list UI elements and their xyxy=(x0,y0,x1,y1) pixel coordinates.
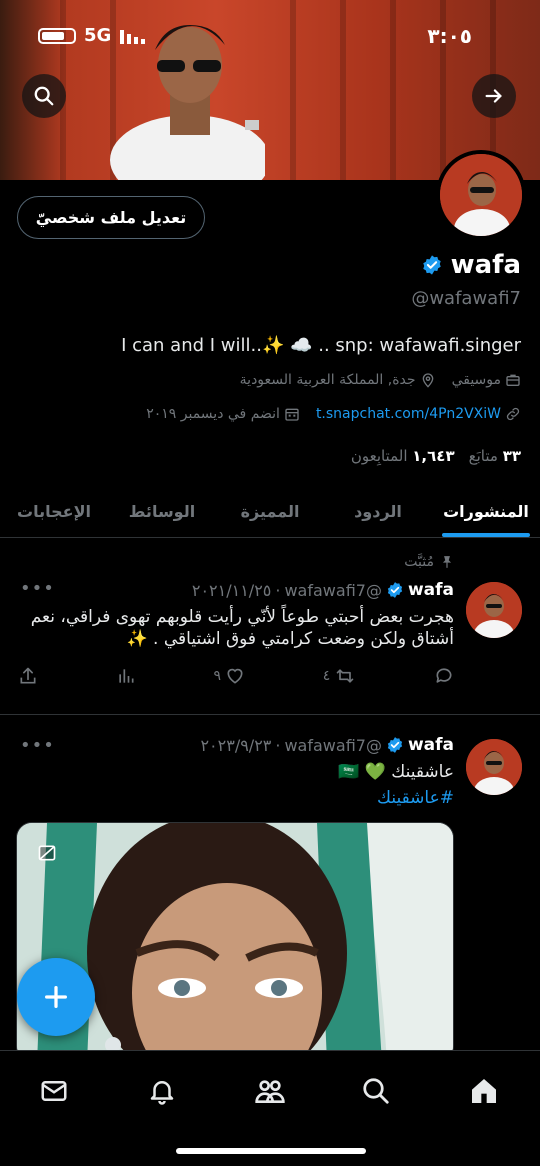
pinned-indicator: مُثبَّت xyxy=(404,554,454,570)
profile-link[interactable]: t.snapchat.com/4Pn2VXiW xyxy=(316,406,521,422)
arrow-right-icon xyxy=(485,89,502,103)
home-icon xyxy=(472,1079,496,1103)
status-bar: 5G ٣:٠٥ xyxy=(0,0,540,70)
nav-home[interactable] xyxy=(464,1071,504,1111)
profile-category: موسيقي xyxy=(452,372,521,388)
tweet-text: هجرت بعض أحبتي طوعاً لأنّي رأيت قلوبهم ت… xyxy=(30,607,454,649)
avatar-photo xyxy=(466,582,522,638)
tab-likes[interactable]: الإعجابات xyxy=(0,486,108,537)
search-icon xyxy=(34,86,54,106)
battery-icon xyxy=(38,28,76,44)
pinned-label: مُثبَّت xyxy=(404,554,434,570)
heart-icon xyxy=(227,668,243,684)
calendar-icon xyxy=(285,408,299,421)
location-pin-icon xyxy=(422,373,433,388)
tweet-text: عاشقينك 💚 🇸🇦 xyxy=(338,762,454,782)
tweet-item[interactable]: مُثبَّت wafa @wafawafi7 · ٢٠٢١/١١/٢٥ •••… xyxy=(0,538,540,715)
tweet-actions: ٩ ٤ xyxy=(18,664,454,688)
verified-badge-icon xyxy=(387,737,403,753)
retweet-count: ٤ xyxy=(322,668,331,684)
edit-profile-button[interactable]: تعديل ملف شخصيّ xyxy=(17,196,205,239)
verified-badge-icon xyxy=(387,582,403,598)
profile-bio: I can and I will..✨ ☁️ .. snp: wafawafi.… xyxy=(121,335,521,356)
followers-link[interactable]: ١,٦٤٣ المتابِعون xyxy=(351,447,455,465)
search-button[interactable] xyxy=(22,74,66,118)
views-button[interactable] xyxy=(116,666,136,686)
tab-media[interactable]: الوسائط xyxy=(108,486,216,537)
tweet-avatar[interactable] xyxy=(466,582,522,638)
tweet-separator: · xyxy=(275,580,281,600)
profile-tabs: المنشورات الردود المميزة الوسائط الإعجاب… xyxy=(0,486,540,538)
follow-stats: ٣٣ متابَع ١,٦٤٣ المتابِعون xyxy=(351,447,521,465)
tweet-date: ٢٠٢١/١١/٢٥ xyxy=(191,580,272,600)
profile-name: wafa xyxy=(421,250,521,280)
nav-notifications[interactable] xyxy=(142,1071,182,1111)
tweet-header: wafa @wafawafi7 · ٢٠٢١/١١/٢٥ xyxy=(192,580,454,600)
profile-meta-row-1: موسيقي جدة, المملكة العربية السعودية xyxy=(240,372,521,388)
following-count: ٣٣ xyxy=(502,447,521,465)
pin-icon xyxy=(442,556,452,568)
nav-messages[interactable] xyxy=(34,1071,74,1111)
tweet-header: wafa @wafawafi7 · ٢٠٢٣/٩/٢٣ xyxy=(200,735,454,755)
more-options-icon[interactable]: ••• xyxy=(20,578,55,599)
retweet-icon xyxy=(336,669,354,683)
followers-count: ١,٦٤٣ xyxy=(412,447,455,465)
tab-posts[interactable]: المنشورات xyxy=(432,486,540,537)
tweet-author-name[interactable]: wafa xyxy=(408,580,454,600)
tweet-avatar[interactable] xyxy=(466,739,522,795)
avatar-photo xyxy=(466,739,522,795)
profile-avatar[interactable] xyxy=(436,150,526,240)
joined-text: انضم في ديسمبر ٢٠١٩ xyxy=(146,406,280,422)
followers-label: المتابِعون xyxy=(350,447,408,465)
tweet-handle: @wafawafi7 xyxy=(284,580,382,600)
tab-replies[interactable]: الردود xyxy=(324,486,432,537)
location-text: جدة, المملكة العربية السعودية xyxy=(239,372,416,388)
reply-icon xyxy=(436,668,452,683)
more-options-icon[interactable]: ••• xyxy=(20,735,55,756)
status-time: ٣:٠٥ xyxy=(427,24,472,48)
retweet-button[interactable]: ٤ xyxy=(323,666,357,686)
reply-button[interactable] xyxy=(434,666,454,686)
profile-handle: @wafawafi7 xyxy=(411,288,521,309)
following-label: متابَع xyxy=(468,447,498,465)
bottom-navigation xyxy=(0,1050,540,1166)
search-icon xyxy=(363,1078,389,1104)
following-link[interactable]: ٣٣ متابَع xyxy=(469,447,521,465)
nav-communities[interactable] xyxy=(250,1071,290,1111)
profile-meta-row-2: t.snapchat.com/4Pn2VXiW انضم في ديسمبر ٢… xyxy=(146,406,521,422)
profile-joined: انضم في ديسمبر ٢٠١٩ xyxy=(146,406,300,422)
network-label: 5G xyxy=(84,25,112,46)
link-text[interactable]: t.snapchat.com/4Pn2VXiW xyxy=(316,406,501,422)
tweet-hashtag[interactable]: #عاشقينك xyxy=(14,787,454,809)
nav-search[interactable] xyxy=(356,1071,396,1111)
share-icon xyxy=(20,667,36,684)
share-button[interactable] xyxy=(18,666,38,686)
tweet-author-name[interactable]: wafa xyxy=(408,735,454,755)
category-text: موسيقي xyxy=(451,372,501,388)
views-icon xyxy=(119,669,134,683)
tweet-date: ٢٠٢٣/٩/٢٣ xyxy=(200,735,272,755)
messages-icon xyxy=(41,1081,67,1101)
home-indicator xyxy=(176,1148,366,1154)
like-button[interactable]: ٩ xyxy=(213,666,245,686)
tweet-handle: @wafawafi7 xyxy=(284,735,382,755)
forward-button[interactable] xyxy=(472,74,516,118)
tweet-separator: · xyxy=(275,735,281,755)
avatar-photo xyxy=(440,154,522,236)
notifications-icon xyxy=(150,1081,174,1105)
profile-name-text: wafa xyxy=(450,250,521,280)
signal-icon xyxy=(120,30,145,44)
plus-icon xyxy=(45,986,67,1008)
profile-location: جدة, المملكة العربية السعودية xyxy=(240,372,436,388)
media-illustration xyxy=(17,823,453,1061)
like-count: ٩ xyxy=(213,668,221,684)
sensitive-media-icon xyxy=(38,845,56,861)
communities-icon xyxy=(255,1080,285,1103)
compose-post-button[interactable] xyxy=(17,958,95,1036)
tab-highlights[interactable]: المميزة xyxy=(216,486,324,537)
verified-badge-icon xyxy=(422,255,441,275)
briefcase-icon xyxy=(506,374,520,386)
link-icon xyxy=(506,407,520,421)
